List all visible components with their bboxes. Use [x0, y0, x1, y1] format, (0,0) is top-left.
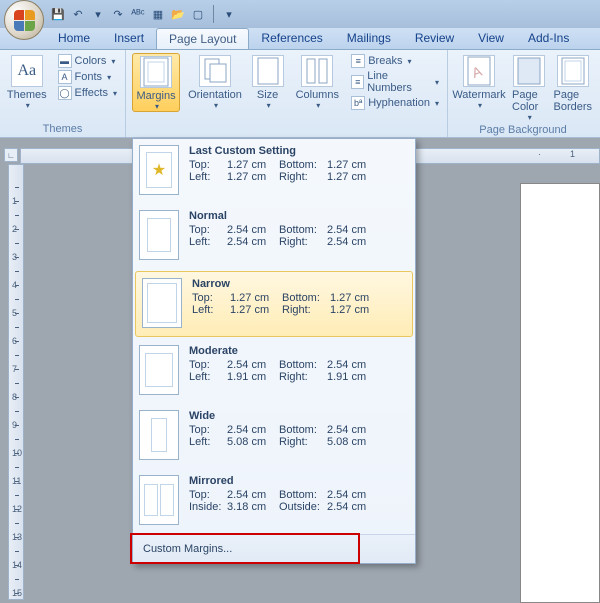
undo-icon[interactable]: ↶ — [70, 6, 86, 22]
chevron-down-icon[interactable]: ▾ — [90, 6, 106, 22]
workspace: ∟ 1 · 123456789101112131415 ★Last Custom… — [0, 138, 600, 600]
tab-insert[interactable]: Insert — [102, 28, 156, 49]
quick-access-toolbar: 💾 ↶ ▾ ↷ ᴬᴮᶜ ▦ 📂 ▢ ▾ — [50, 5, 237, 23]
fonts-icon: A — [58, 70, 72, 84]
page-borders-button[interactable]: Page Borders — [553, 53, 592, 113]
tab-home[interactable]: Home — [46, 28, 102, 49]
preset-name: Wide — [189, 410, 407, 422]
columns-button[interactable]: Columns▾ — [293, 53, 341, 110]
vertical-ruler[interactable]: 123456789101112131415 — [8, 164, 24, 600]
size-icon — [252, 55, 284, 87]
table-icon[interactable]: ▦ — [150, 6, 166, 22]
themes-group-label: Themes — [6, 121, 119, 135]
page-bg-group-label: Page Background — [454, 122, 592, 136]
page-color-button[interactable]: Page Color▾ — [512, 53, 545, 122]
tab-view[interactable]: View — [466, 28, 516, 49]
watermark-icon: A — [463, 55, 495, 87]
margin-thumb-icon — [139, 345, 179, 395]
save-icon[interactable]: 💾 — [50, 6, 66, 22]
page-color-icon — [513, 55, 545, 87]
margin-thumb-icon — [142, 278, 182, 328]
margins-dropdown: ★Last Custom SettingTop:1.27 cmBottom:1.… — [132, 138, 416, 564]
effects-button[interactable]: ◯Effects▾ — [56, 85, 119, 101]
tab-mailings[interactable]: Mailings — [335, 28, 403, 49]
margin-thumb-icon: ★ — [139, 145, 179, 195]
preset-name: Normal — [189, 210, 407, 222]
preset-name: Last Custom Setting — [189, 145, 407, 157]
ruler-corner[interactable]: ∟ — [4, 148, 18, 162]
line-numbers-icon: ≡ — [351, 75, 364, 89]
colors-button[interactable]: ▬Colors▾ — [56, 53, 119, 69]
colors-icon: ▬ — [58, 54, 72, 68]
effects-icon: ◯ — [58, 86, 72, 100]
orientation-button[interactable]: Orientation▾ — [188, 53, 242, 110]
pagesetup-group-label — [132, 121, 441, 135]
line-numbers-button[interactable]: ≡Line Numbers▾ — [349, 69, 441, 95]
preset-name: Moderate — [189, 345, 407, 357]
document-page[interactable] — [520, 183, 600, 603]
office-button[interactable] — [4, 0, 44, 40]
margin-thumb-icon — [139, 210, 179, 260]
margins-icon — [140, 56, 172, 88]
breaks-icon: ≡ — [351, 54, 365, 68]
ribbon-tabs: Home Insert Page Layout References Maili… — [0, 28, 600, 50]
page-borders-icon — [557, 55, 589, 87]
ribbon: Aa Themes▾ ▬Colors▾ AFonts▾ ◯Effects▾ Th… — [0, 50, 600, 138]
spellcheck-icon[interactable]: ᴬᴮᶜ — [130, 6, 146, 22]
size-button[interactable]: Size▾ — [250, 53, 285, 110]
preset-name: Mirrored — [189, 475, 407, 487]
tab-page-layout[interactable]: Page Layout — [156, 28, 249, 49]
tab-review[interactable]: Review — [403, 28, 466, 49]
hyphenation-button[interactable]: bªHyphenation▾ — [349, 95, 441, 111]
columns-icon — [301, 55, 333, 87]
themes-label: Themes — [7, 89, 47, 101]
hyphenation-icon: bª — [351, 96, 365, 110]
orientation-icon — [199, 55, 231, 87]
margin-preset-wide[interactable]: WideTop:2.54 cmBottom:2.54 cmLeft:5.08 c… — [133, 404, 415, 469]
qat-customize-icon[interactable]: ▾ — [221, 6, 237, 22]
margin-preset-mirrored[interactable]: MirroredTop:2.54 cmBottom:2.54 cmInside:… — [133, 469, 415, 534]
themes-icon: Aa — [11, 55, 43, 87]
margin-preset-narrow[interactable]: NarrowTop:1.27 cmBottom:1.27 cmLeft:1.27… — [135, 271, 413, 337]
margin-preset-moderate[interactable]: ModerateTop:2.54 cmBottom:2.54 cmLeft:1.… — [133, 339, 415, 404]
margins-button[interactable]: Margins▾ — [132, 53, 180, 112]
tab-references[interactable]: References — [249, 28, 334, 49]
margin-thumb-icon — [139, 475, 179, 525]
fonts-button[interactable]: AFonts▾ — [56, 69, 119, 85]
watermark-button[interactable]: A Watermark▾ — [454, 53, 504, 110]
margin-thumb-icon — [139, 410, 179, 460]
margin-preset-last-custom-setting[interactable]: ★Last Custom SettingTop:1.27 cmBottom:1.… — [133, 139, 415, 204]
preset-name: Narrow — [192, 278, 404, 290]
open-icon[interactable]: 📂 — [170, 6, 186, 22]
margin-preset-normal[interactable]: NormalTop:2.54 cmBottom:2.54 cmLeft:2.54… — [133, 204, 415, 269]
themes-button[interactable]: Aa Themes▾ — [6, 53, 48, 110]
tab-addins[interactable]: Add-Ins — [516, 28, 581, 49]
redo-icon[interactable]: ↷ — [110, 6, 126, 22]
custom-margins-item[interactable]: Custom Margins... — [133, 534, 415, 563]
breaks-button[interactable]: ≡Breaks▾ — [349, 53, 441, 69]
new-icon[interactable]: ▢ — [190, 6, 206, 22]
